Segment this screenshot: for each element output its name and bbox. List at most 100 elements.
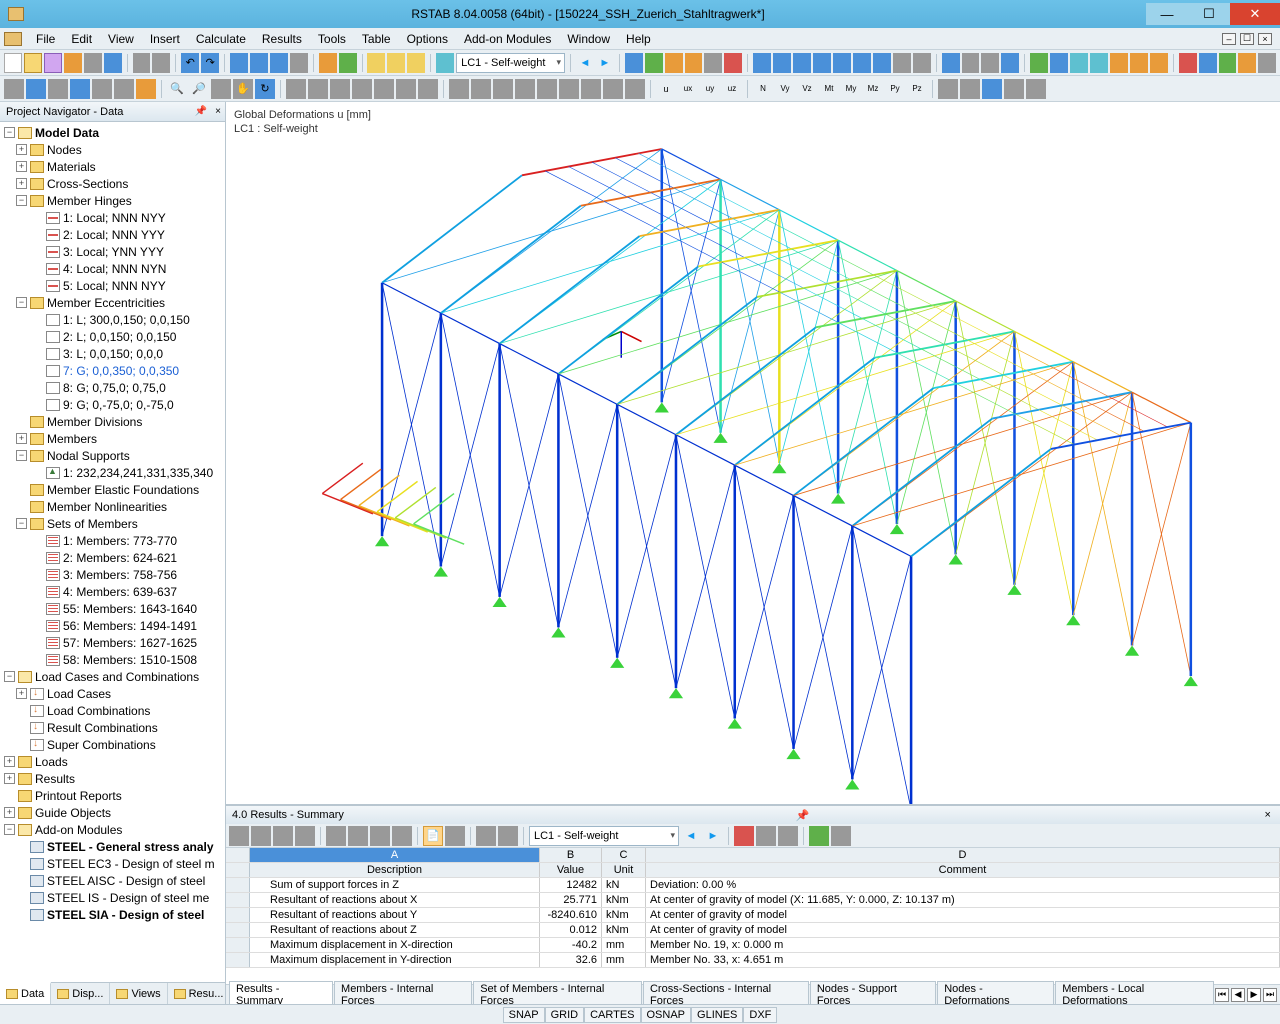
toolbar-btn[interactable]: [418, 79, 438, 99]
menu-results[interactable]: Results: [254, 30, 310, 48]
toolbar-btn[interactable]: [26, 79, 46, 99]
navigator-tree[interactable]: −Model Data +Nodes +Materials +Cross-Sec…: [0, 122, 225, 982]
toolbar-btn[interactable]: [152, 53, 170, 73]
toolbar-btn[interactable]: [493, 79, 513, 99]
toolbar-btn[interactable]: uz: [722, 79, 742, 99]
toolbar-btn[interactable]: [1050, 53, 1068, 73]
toolbar-btn[interactable]: [581, 79, 601, 99]
res-prev[interactable]: ◄: [681, 826, 701, 846]
toolbar-btn[interactable]: ux: [678, 79, 698, 99]
toolbar-btn[interactable]: [136, 79, 156, 99]
tree-members[interactable]: Members: [47, 432, 97, 446]
tree-set[interactable]: 57: Members: 1627-1625: [63, 636, 197, 650]
toolbar-btn[interactable]: [833, 53, 851, 73]
toolbar-btn[interactable]: [1130, 53, 1148, 73]
toolbar-btn[interactable]: [942, 53, 960, 73]
results-tab[interactable]: Members - Internal Forces: [334, 981, 472, 1004]
tree-set[interactable]: 3: Members: 758-756: [63, 568, 177, 582]
toolbar-btn[interactable]: [625, 53, 643, 73]
prev-button[interactable]: ◄: [576, 53, 594, 73]
toolbar-btn[interactable]: [1238, 53, 1256, 73]
toolbar-btn[interactable]: [645, 53, 663, 73]
zoom-in-button[interactable]: 🔍: [167, 79, 187, 99]
tree-results[interactable]: Results: [35, 772, 75, 786]
expand-icon[interactable]: +: [4, 756, 15, 767]
expand-icon[interactable]: +: [16, 178, 27, 189]
tree-ec3[interactable]: STEEL EC3 - Design of steel m: [47, 857, 215, 871]
res-toolbar-btn[interactable]: [756, 826, 776, 846]
expand-icon[interactable]: −: [16, 450, 27, 461]
mdi-max[interactable]: ☐: [1240, 33, 1254, 45]
toolbar-btn[interactable]: [230, 53, 248, 73]
nav-tab-data[interactable]: Data: [0, 982, 51, 1004]
tree-model-data[interactable]: Model Data: [35, 126, 99, 140]
toolbar-btn[interactable]: [813, 53, 831, 73]
toolbar-btn[interactable]: [1001, 53, 1019, 73]
toolbar-btn[interactable]: [211, 79, 231, 99]
tree-nodes[interactable]: Nodes: [47, 143, 82, 157]
mdi-min[interactable]: –: [1222, 33, 1236, 45]
toolbar-btn[interactable]: [319, 53, 337, 73]
status-grid[interactable]: GRID: [545, 1007, 585, 1023]
toolbar-btn[interactable]: [1199, 53, 1217, 73]
res-toolbar-btn[interactable]: [251, 826, 271, 846]
tree-ecc[interactable]: 3: L; 0,0,150; 0,0,0: [63, 347, 163, 361]
tree-result-comb[interactable]: Result Combinations: [47, 721, 158, 735]
toolbar-btn[interactable]: [1179, 53, 1197, 73]
save-button[interactable]: [44, 53, 62, 73]
tree-hinge[interactable]: 5: Local; NNN NYY: [63, 279, 166, 293]
toolbar-btn[interactable]: [603, 79, 623, 99]
expand-icon[interactable]: −: [16, 518, 27, 529]
menu-addon[interactable]: Add-on Modules: [456, 30, 559, 48]
toolbar-btn[interactable]: [84, 53, 102, 73]
expand-icon[interactable]: +: [4, 807, 15, 818]
loadcase-dropdown[interactable]: LC1 - Self-weight: [456, 53, 565, 73]
toolbar-btn[interactable]: uy: [700, 79, 720, 99]
res-toolbar-btn[interactable]: [370, 826, 390, 846]
expand-icon[interactable]: −: [16, 297, 27, 308]
res-excel-btn[interactable]: [809, 826, 829, 846]
tree-nonlin[interactable]: Member Nonlinearities: [47, 500, 167, 514]
toolbar-btn[interactable]: Mt: [819, 79, 839, 99]
tree-sets[interactable]: Sets of Members: [47, 517, 138, 531]
toolbar-btn[interactable]: [290, 53, 308, 73]
table-row[interactable]: Maximum displacement in X-direction-40.2…: [226, 938, 1280, 953]
tree-loads[interactable]: Loads: [35, 755, 68, 769]
toolbar-btn[interactable]: [515, 79, 535, 99]
toolbar-btn[interactable]: [753, 53, 771, 73]
res-toolbar-btn[interactable]: [295, 826, 315, 846]
toolbar-btn[interactable]: u: [656, 79, 676, 99]
nav-tab-results[interactable]: Resu...: [168, 983, 231, 1004]
toolbar-btn[interactable]: [387, 53, 405, 73]
res-toolbar-btn[interactable]: [445, 826, 465, 846]
redo-button[interactable]: ↷: [201, 53, 219, 73]
results-loadcase-dropdown[interactable]: LC1 - Self-weight: [529, 826, 679, 846]
tree-sia[interactable]: STEEL SIA - Design of steel: [47, 908, 204, 922]
tree-load-comb[interactable]: Load Combinations: [47, 704, 150, 718]
toolbar-btn[interactable]: [286, 79, 306, 99]
status-snap[interactable]: SNAP: [503, 1007, 545, 1023]
toolbar-btn[interactable]: [133, 53, 151, 73]
toolbar-btn[interactable]: [962, 53, 980, 73]
tree-steel[interactable]: STEEL - General stress analy: [47, 840, 214, 854]
tree-materials[interactable]: Materials: [47, 160, 96, 174]
menu-help[interactable]: Help: [618, 30, 659, 48]
res-toolbar-btn[interactable]: [273, 826, 293, 846]
toolbar-btn[interactable]: [114, 79, 134, 99]
tree-ecc[interactable]: 2: L; 0,0,150; 0,0,150: [63, 330, 176, 344]
tab-next[interactable]: ▶: [1247, 988, 1261, 1002]
toolbar-btn[interactable]: [308, 79, 328, 99]
toolbar-btn[interactable]: [685, 53, 703, 73]
toolbar-btn[interactable]: [396, 79, 416, 99]
table-row[interactable]: Resultant of reactions about X25.771kNmA…: [226, 893, 1280, 908]
toolbar-btn[interactable]: [893, 53, 911, 73]
expand-icon[interactable]: +: [4, 773, 15, 784]
toolbar-btn[interactable]: [436, 53, 454, 73]
mdi-close[interactable]: ×: [1258, 33, 1272, 45]
tree-hinge[interactable]: 1: Local; NNN NYY: [63, 211, 166, 225]
toolbar-btn[interactable]: [407, 53, 425, 73]
results-tab[interactable]: Cross-Sections - Internal Forces: [643, 981, 809, 1004]
menu-view[interactable]: View: [100, 30, 142, 48]
menu-options[interactable]: Options: [399, 30, 456, 48]
toolbar-btn[interactable]: [449, 79, 469, 99]
